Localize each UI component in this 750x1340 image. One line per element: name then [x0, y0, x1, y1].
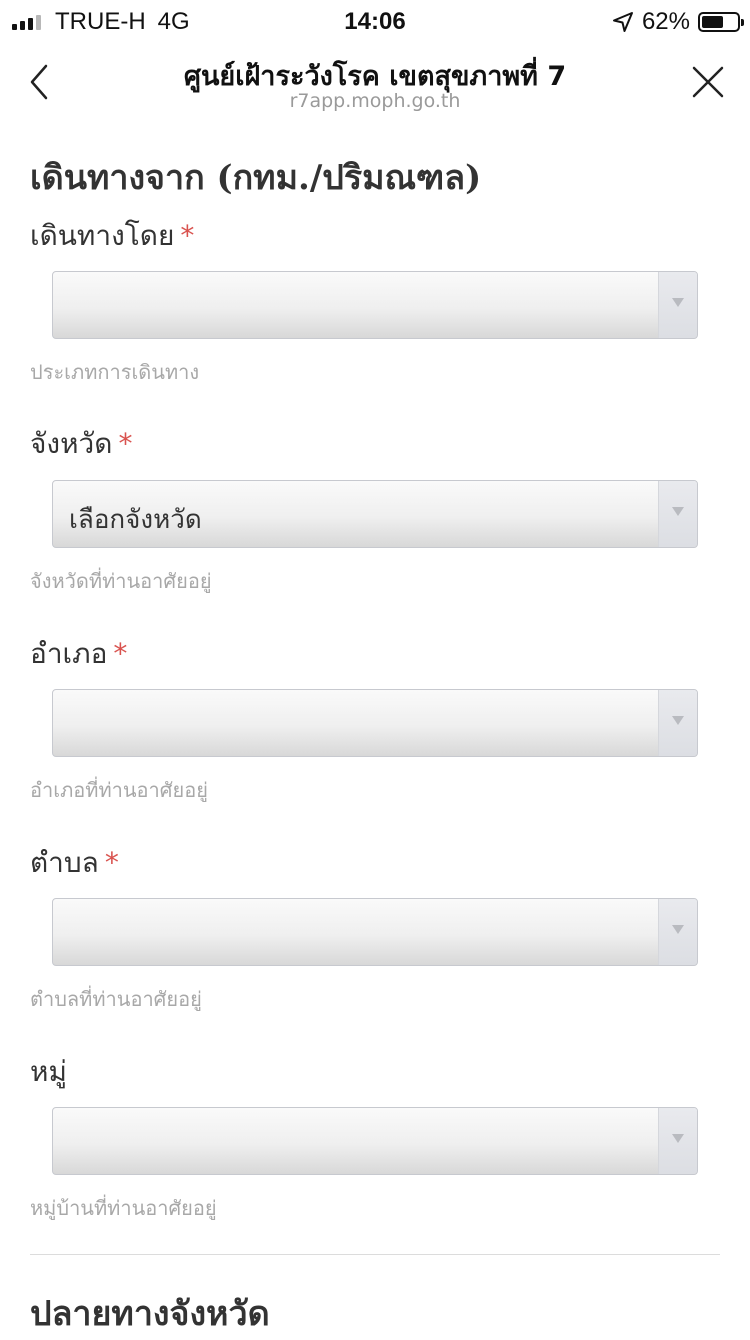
- required-mark: *: [104, 846, 119, 879]
- dropdown-arrow: [658, 690, 697, 756]
- field-label-subdistrict: ตำบล *: [30, 841, 119, 885]
- select-value: เลือกจังหวัด: [69, 505, 202, 535]
- helper-text-village: หมู่บ้านที่ท่านอาศัยอยู่: [30, 1196, 217, 1220]
- village-select[interactable]: [52, 1107, 698, 1175]
- field-label-text: เดินทางโดย: [30, 219, 175, 252]
- section-title-origin: เดินทางจาก (กทม./ปริมณฑล): [30, 158, 482, 198]
- required-mark: *: [180, 219, 195, 252]
- status-bar: TRUE-H 4G 14:06 62%: [0, 0, 750, 40]
- dropdown-arrow: [658, 272, 697, 338]
- district-select[interactable]: [52, 689, 698, 757]
- field-label-travel-by: เดินทางโดย *: [30, 214, 194, 258]
- field-label-province: จังหวัด *: [30, 422, 132, 466]
- helper-text-province: จังหวัดที่ท่านอาศัยอยู่: [30, 569, 212, 593]
- chevron-down-icon: [672, 716, 684, 725]
- dropdown-arrow: [658, 1108, 697, 1174]
- close-icon[interactable]: [688, 62, 728, 102]
- chevron-down-icon: [672, 298, 684, 307]
- status-bar-right: 62%: [612, 8, 744, 36]
- chevron-down-icon: [672, 925, 684, 934]
- field-label-text: ตำบล: [30, 846, 99, 879]
- chevron-down-icon: [672, 1134, 684, 1143]
- field-label-text: อำเภอ: [30, 637, 108, 670]
- section-divider: [30, 1254, 720, 1255]
- page-url: r7app.moph.go.th: [289, 90, 461, 112]
- helper-text-travel-type: ประเภทการเดินทาง: [30, 360, 200, 384]
- navigation-bar: ศูนย์เฝ้าระวังโรค เขตสุขภาพที่ 7 r7app.m…: [0, 40, 750, 120]
- required-mark: *: [113, 637, 128, 670]
- travel-type-select[interactable]: [52, 271, 698, 339]
- helper-text-district: อำเภอที่ท่านอาศัยอยู่: [30, 778, 208, 802]
- field-label-district: อำเภอ *: [30, 632, 127, 676]
- battery-icon: [698, 12, 744, 32]
- field-label-text: หมู่: [30, 1055, 67, 1088]
- chevron-down-icon: [672, 507, 684, 516]
- field-label-text: จังหวัด: [30, 427, 113, 460]
- helper-text-subdistrict: ตำบลที่ท่านอาศัยอยู่: [30, 987, 202, 1011]
- subdistrict-select[interactable]: [52, 898, 698, 966]
- field-label-village: หมู่: [30, 1050, 67, 1094]
- required-mark: *: [118, 427, 133, 460]
- location-arrow-icon: [612, 12, 633, 32]
- battery-fill: [702, 16, 724, 28]
- dropdown-arrow: [658, 481, 697, 547]
- dropdown-arrow: [658, 899, 697, 965]
- battery-percent: 62%: [641, 8, 690, 35]
- province-select[interactable]: เลือกจังหวัด: [52, 480, 698, 548]
- section-title-destination: ปลายทางจังหวัด: [30, 1294, 270, 1334]
